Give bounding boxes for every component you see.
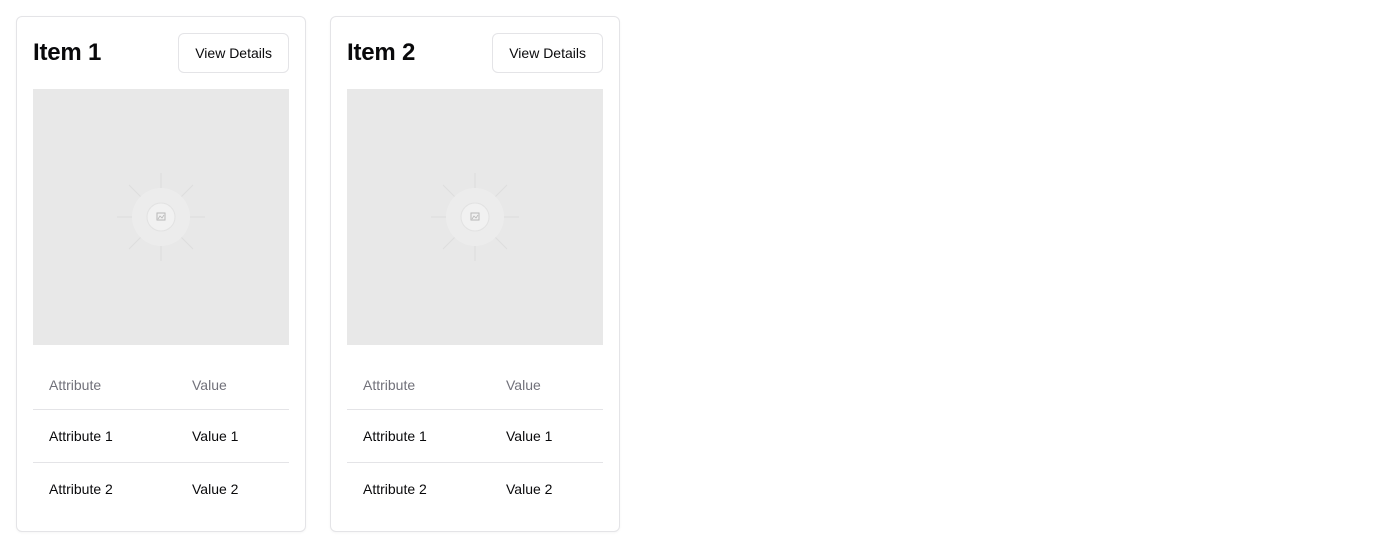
column-header-attribute: Attribute [347, 361, 490, 410]
table-header-row: Attribute Value [33, 361, 289, 410]
item-image [33, 89, 289, 345]
value-cell: Value 2 [506, 481, 553, 497]
view-details-button[interactable]: View Details [178, 33, 289, 73]
attribute-cell: Attribute 2 [363, 481, 427, 497]
table-row: Attribute 1 Value 1 [33, 409, 289, 463]
column-header-value: Value [490, 361, 603, 410]
card-header: Item 2 View Details [347, 33, 603, 73]
value-cell: Value 2 [192, 481, 239, 497]
image-placeholder-icon [431, 173, 519, 261]
attributes-table: Attribute Value Attribute 1 Value 1 Attr… [347, 361, 603, 515]
table-header-row: Attribute Value [347, 361, 603, 410]
item-card: Item 2 View Details Attribute Value Attr… [330, 16, 620, 532]
column-header-value: Value [176, 361, 289, 410]
view-details-button[interactable]: View Details [492, 33, 603, 73]
column-header-attribute: Attribute [33, 361, 176, 410]
table-row: Attribute 1 Value 1 [347, 409, 603, 463]
item-image [347, 89, 603, 345]
card-header: Item 1 View Details [33, 33, 289, 73]
attribute-cell: Attribute 1 [347, 409, 490, 463]
item-card: Item 1 View Details Attribute Value Attr… [16, 16, 306, 532]
value-cell: Value 1 [176, 409, 289, 463]
value-cell: Value 1 [490, 409, 603, 463]
image-placeholder-icon [117, 173, 205, 261]
card-title: Item 2 [347, 39, 416, 66]
card-grid: Item 1 View Details Attribute Value Attr… [16, 16, 620, 532]
table-row: Attribute 2 Value 2 [347, 463, 603, 516]
attribute-cell: Attribute 2 [49, 481, 113, 497]
attributes-table: Attribute Value Attribute 1 Value 1 Attr… [33, 361, 289, 515]
attribute-cell: Attribute 1 [33, 409, 176, 463]
card-title: Item 1 [33, 39, 102, 66]
table-row: Attribute 2 Value 2 [33, 463, 289, 516]
